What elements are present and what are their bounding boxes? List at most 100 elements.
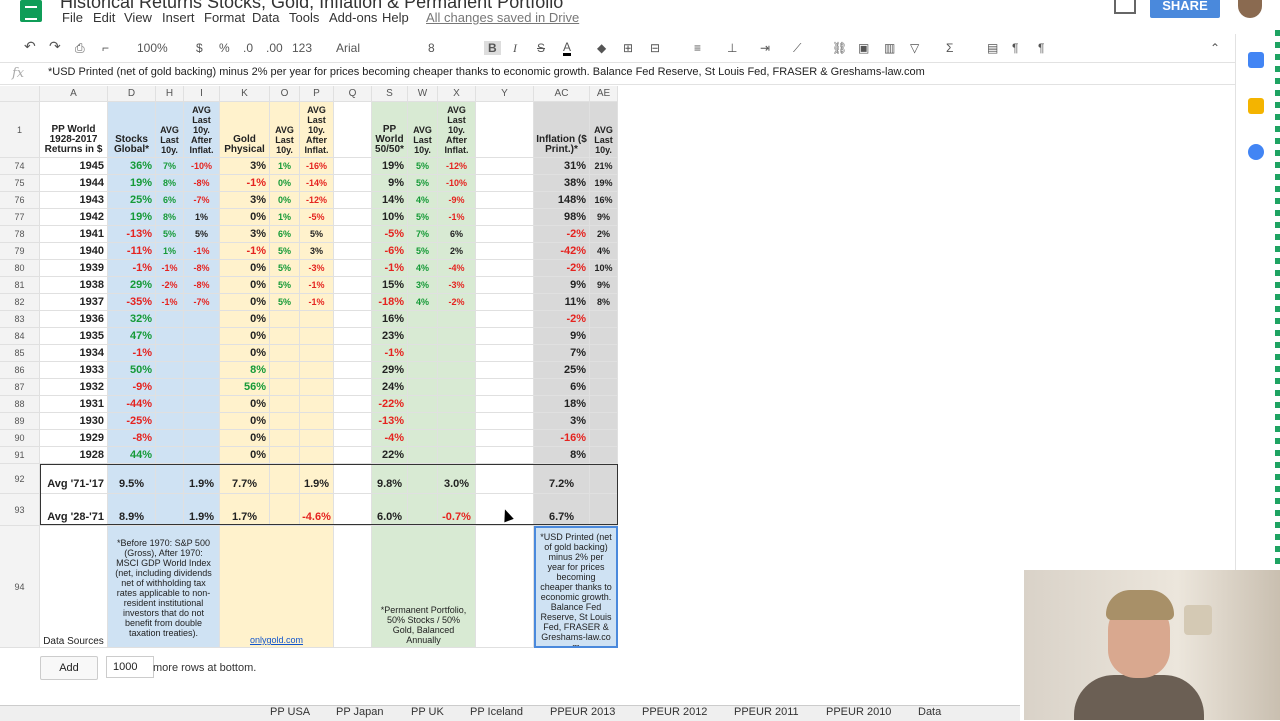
average-cell-i[interactable]: 1.9% [184,494,220,526]
column-header[interactable]: Q [334,86,372,102]
data-cell-s[interactable]: 29% [372,362,408,379]
data-cell-s[interactable]: 9% [372,175,408,192]
data-cell-h[interactable] [156,413,184,430]
data-cell-s[interactable]: -5% [372,226,408,243]
data-cell-d[interactable]: 44% [108,447,156,464]
data-cell-p[interactable]: 3% [300,243,334,260]
average-cell-s[interactable]: 9.8% [372,464,408,494]
year-cell[interactable]: 1935 [40,328,108,345]
menu-data[interactable]: Data [252,10,279,25]
data-cell-ac[interactable]: 11% [534,294,590,311]
sheet-tab[interactable]: PP UK [411,706,444,718]
data-cell-y[interactable] [476,379,534,396]
data-cell-k[interactable]: -1% [220,175,270,192]
data-cell-s[interactable]: -22% [372,396,408,413]
data-cell-s[interactable]: 10% [372,209,408,226]
data-cell-p[interactable]: -1% [300,277,334,294]
data-cell-ae[interactable]: 4% [590,243,618,260]
more-formats-select[interactable]: 123 [292,41,312,55]
data-cell-y[interactable] [476,311,534,328]
data-cell-w[interactable] [408,311,438,328]
data-cell-q[interactable] [334,192,372,209]
average-cell-ae[interactable] [590,494,618,526]
sheet-tab[interactable]: PP USA [270,706,310,718]
data-cell-k[interactable]: 0% [220,311,270,328]
add-rows-button[interactable]: Add [40,656,98,680]
column-header[interactable]: I [184,86,220,102]
strikethrough-button[interactable]: S [537,41,545,55]
data-cell-w[interactable]: 5% [408,158,438,175]
data-cell-k[interactable]: -1% [220,243,270,260]
data-cell-y[interactable] [476,396,534,413]
data-cell-o[interactable]: 1% [270,209,300,226]
data-cell-p[interactable] [300,413,334,430]
rows-count-input[interactable]: 1000 [106,656,154,678]
row-header[interactable]: 75 [0,175,40,192]
year-cell[interactable]: 1931 [40,396,108,413]
data-cell-d[interactable]: -1% [108,345,156,362]
menu-tools[interactable]: Tools [289,10,319,25]
print-icon[interactable]: ⎙ [75,41,85,56]
data-cell-d[interactable]: -35% [108,294,156,311]
data-cell-x[interactable] [438,362,476,379]
data-cell-ac[interactable]: 98% [534,209,590,226]
column-header[interactable]: H [156,86,184,102]
data-cell-i[interactable]: 5% [184,226,220,243]
data-cell-i[interactable] [184,362,220,379]
data-cell-ae[interactable]: 21% [590,158,618,175]
data-cell-w[interactable]: 3% [408,277,438,294]
collapse-toolbar-icon[interactable]: ⌃ [1210,41,1220,55]
data-cell-p[interactable]: -12% [300,192,334,209]
data-cell-x[interactable]: -2% [438,294,476,311]
data-cell-o[interactable] [270,328,300,345]
data-cell-q[interactable] [334,311,372,328]
percent-format-button[interactable]: % [219,41,230,55]
data-cell-p[interactable]: -1% [300,294,334,311]
data-cell-p[interactable] [300,311,334,328]
undo-icon[interactable]: ↶ [24,38,36,55]
data-cell-s[interactable]: 22% [372,447,408,464]
header-cell-q[interactable] [334,102,372,158]
data-cell-d[interactable]: 47% [108,328,156,345]
data-cell-d[interactable]: 25% [108,192,156,209]
data-cell-p[interactable]: -3% [300,260,334,277]
sheet-tab[interactable]: PPEUR 2011 [734,706,799,718]
data-cell-p[interactable]: 5% [300,226,334,243]
sheet-tab[interactable]: PPEUR 2010 [826,706,891,718]
data-cell-k[interactable]: 56% [220,379,270,396]
data-cell-d[interactable]: 36% [108,158,156,175]
average-cell-x[interactable]: -0.7% [438,494,476,526]
data-cell-i[interactable] [184,379,220,396]
average-cell-s[interactable]: 6.0% [372,494,408,526]
data-cell-ac[interactable]: -2% [534,260,590,277]
data-cell-y[interactable] [476,243,534,260]
data-cell-q[interactable] [334,430,372,447]
average-cell-h[interactable] [156,464,184,494]
data-cell-o[interactable] [270,447,300,464]
data-cell-q[interactable] [334,345,372,362]
column-header[interactable]: K [220,86,270,102]
year-cell[interactable]: 1929 [40,430,108,447]
data-cell-q[interactable] [334,277,372,294]
year-cell[interactable]: 1934 [40,345,108,362]
data-cell-y[interactable] [476,430,534,447]
data-cell-i[interactable]: -7% [184,192,220,209]
year-cell[interactable]: 1938 [40,277,108,294]
data-cell-ac[interactable]: 25% [534,362,590,379]
data-cell-h[interactable]: -1% [156,260,184,277]
data-cell-y[interactable] [476,277,534,294]
data-cell-o[interactable] [270,396,300,413]
insert-comment-icon[interactable]: ▣ [858,41,869,55]
data-cell-k[interactable]: 3% [220,226,270,243]
data-cell-d[interactable]: -11% [108,243,156,260]
data-cell-o[interactable]: 1% [270,158,300,175]
data-cell-h[interactable]: -1% [156,294,184,311]
column-header[interactable]: AE [590,86,618,102]
font-size-select[interactable]: 8 [428,41,435,55]
data-cell-d[interactable]: 19% [108,209,156,226]
data-cell-s[interactable]: -18% [372,294,408,311]
data-cell-i[interactable]: 1% [184,209,220,226]
data-cell-x[interactable] [438,430,476,447]
average-cell-w[interactable] [408,464,438,494]
header-cell-p[interactable]: AVG Last 10y. After Inflat. [300,102,334,158]
